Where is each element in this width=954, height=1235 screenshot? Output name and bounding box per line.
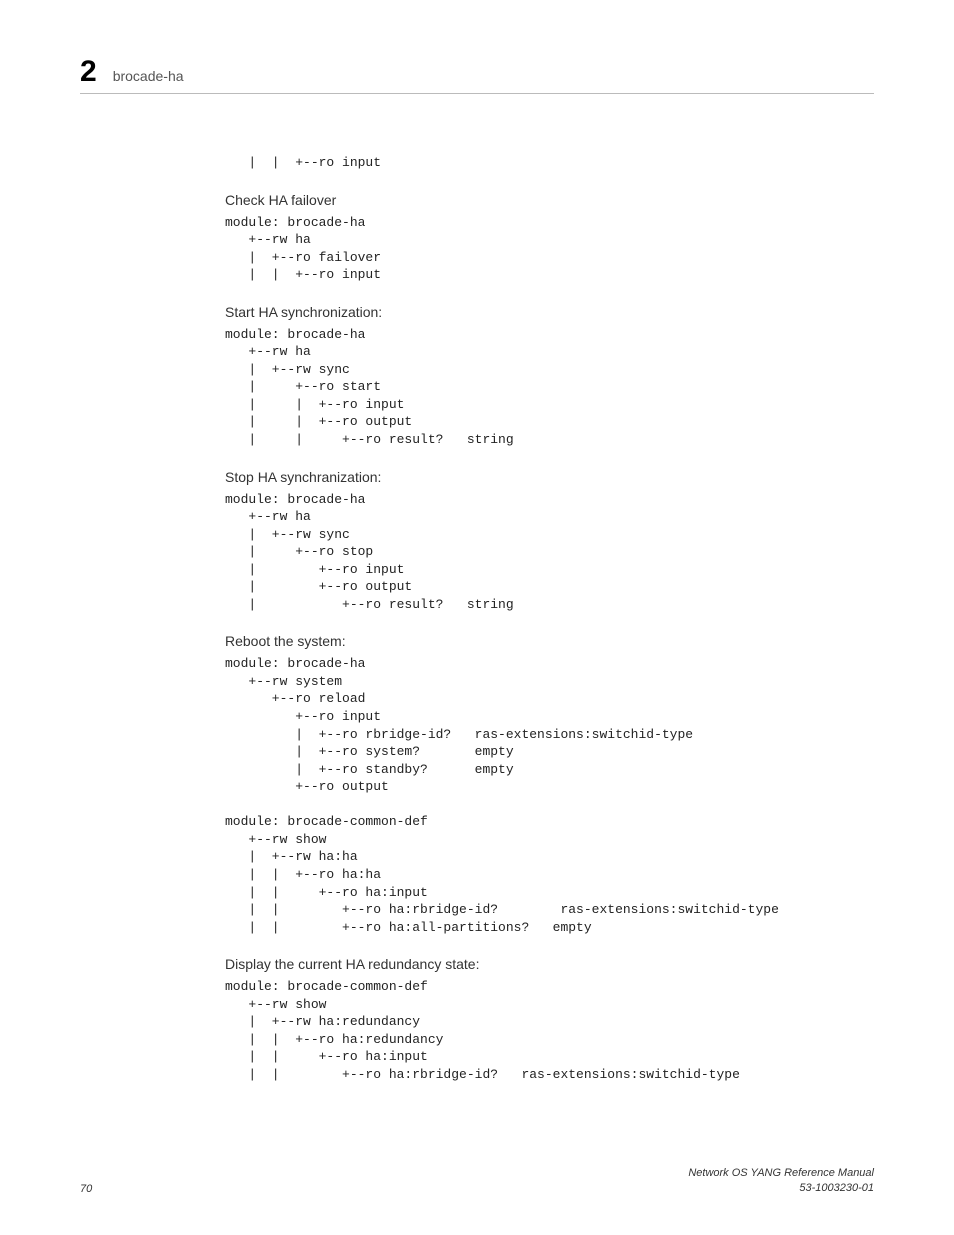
code-reboot: module: brocade-ha +--rw system +--ro re… — [225, 655, 874, 936]
page: 2 brocade-ha | | +--ro input Check HA fa… — [0, 0, 954, 1235]
chapter-number: 2 — [80, 55, 97, 89]
content-body: | | +--ro input Check HA failover module… — [225, 154, 874, 1083]
code-start-sync: module: brocade-ha +--rw ha | +--rw sync… — [225, 326, 874, 449]
footer-manual-title: Network OS YANG Reference Manual — [688, 1167, 874, 1179]
heading-reboot: Reboot the system: — [225, 633, 874, 649]
chapter-title: brocade-ha — [113, 68, 184, 84]
code-display-state: module: brocade-common-def +--rw show | … — [225, 978, 874, 1083]
heading-stop-sync: Stop HA synchranization: — [225, 469, 874, 485]
footer-right: Network OS YANG Reference Manual 53-1003… — [688, 1166, 874, 1195]
page-number: 70 — [80, 1183, 92, 1195]
heading-start-sync: Start HA synchronization: — [225, 304, 874, 320]
code-check-failover: module: brocade-ha +--rw ha | +--ro fail… — [225, 214, 874, 284]
heading-check-failover: Check HA failover — [225, 192, 874, 208]
footer-doc-id: 53-1003230-01 — [799, 1182, 874, 1194]
chapter-header: 2 brocade-ha — [80, 55, 874, 94]
code-intro: | | +--ro input — [225, 154, 874, 172]
footer: 70 Network OS YANG Reference Manual 53-1… — [80, 1166, 874, 1195]
heading-display-state: Display the current HA redundancy state: — [225, 956, 874, 972]
code-stop-sync: module: brocade-ha +--rw ha | +--rw sync… — [225, 491, 874, 614]
